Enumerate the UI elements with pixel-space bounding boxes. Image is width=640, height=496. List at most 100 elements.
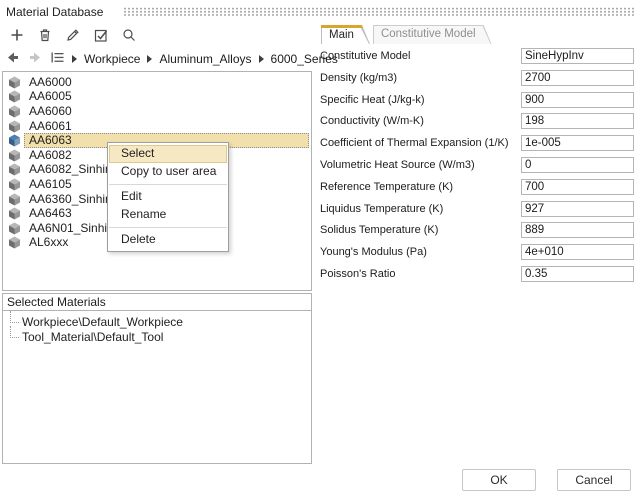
breadcrumb-item[interactable]: Workpiece: [84, 52, 140, 66]
property-input[interactable]: [521, 157, 634, 173]
context-menu-item-label: Edit: [121, 189, 142, 203]
property-row: Constitutive Model: [320, 48, 636, 64]
property-form: Constitutive Model Density (kg/m3) Speci…: [320, 48, 636, 288]
property-input[interactable]: [521, 266, 634, 282]
material-cube-icon: [8, 236, 21, 249]
add-button[interactable]: [8, 27, 26, 45]
material-cube-icon: [8, 134, 21, 147]
context-menu-item-label: Delete: [121, 232, 156, 246]
material-cube-icon: [8, 193, 21, 206]
material-cube-icon: [8, 76, 21, 89]
material-list-item[interactable]: AA6061: [3, 119, 311, 134]
material-cube-icon: [8, 105, 21, 118]
property-row: Solidus Temperature (K): [320, 222, 636, 238]
property-row: Conductivity (W/m-K): [320, 113, 636, 129]
property-input[interactable]: [521, 179, 634, 195]
property-input[interactable]: [521, 70, 634, 86]
material-list-item[interactable]: AA6005: [3, 90, 311, 105]
property-label: Specific Heat (J/kg-k): [320, 94, 425, 106]
property-label: Density (kg/m3): [320, 72, 397, 84]
pencil-icon: [65, 27, 81, 46]
breadcrumb-separator-icon: [147, 55, 152, 63]
property-label: Volumetric Heat Source (W/m3): [320, 159, 475, 171]
breadcrumb-separator-icon: [259, 55, 264, 63]
property-label: Conductivity (W/m-K): [320, 115, 424, 127]
breadcrumb-separator-icon: [72, 55, 77, 63]
context-menu: Select Copy to user area Edit Rename Del…: [107, 142, 229, 252]
property-input[interactable]: [521, 92, 634, 108]
property-row: Liquidus Temperature (K): [320, 201, 636, 217]
select-check-button[interactable]: [92, 27, 110, 45]
material-cube-icon: [8, 178, 21, 191]
selected-material-item[interactable]: Tool_Material\Default_Tool: [3, 330, 311, 345]
material-cube-icon: [8, 90, 21, 103]
property-row: Density (kg/m3): [320, 70, 636, 86]
selected-materials-panel: Selected Materials Workpiece\Default_Wor…: [2, 293, 312, 464]
ok-button[interactable]: OK: [462, 469, 536, 491]
arrow-right-icon: [28, 51, 42, 67]
back-button[interactable]: [6, 52, 21, 66]
search-icon: [121, 27, 137, 46]
material-cube-icon: [8, 163, 21, 176]
property-label: Reference Temperature (K): [320, 181, 453, 193]
property-label: Constitutive Model: [320, 50, 411, 62]
drag-handle[interactable]: [123, 7, 635, 16]
property-row: Poisson's Ratio: [320, 266, 636, 282]
property-label: Liquidus Temperature (K): [320, 203, 443, 215]
edit-button[interactable]: [64, 27, 82, 45]
property-row: Volumetric Heat Source (W/m3): [320, 157, 636, 173]
material-cube-icon: [8, 149, 21, 162]
context-menu-item[interactable]: Delete: [108, 231, 228, 249]
property-label: Coefficient of Thermal Expansion (1/K): [320, 137, 509, 149]
property-input[interactable]: [521, 48, 634, 64]
material-cube-icon: [8, 222, 21, 235]
arrow-left-icon: [6, 51, 20, 67]
list-tree-icon: [50, 51, 65, 67]
context-menu-item[interactable]: Rename: [108, 206, 228, 224]
property-label: Young's Modulus (Pa): [320, 246, 427, 258]
search-button[interactable]: [120, 27, 138, 45]
property-input[interactable]: [521, 113, 634, 129]
property-label: Solidus Temperature (K): [320, 224, 438, 236]
property-tab[interactable]: Main: [321, 25, 370, 44]
property-input[interactable]: [521, 135, 634, 151]
tab-label: Constitutive Model: [373, 25, 492, 40]
breadcrumb-path: Workpiece Aluminum_Alloys 6000_Series: [72, 52, 338, 66]
selected-material-item[interactable]: Workpiece\Default_Workpiece: [3, 315, 311, 330]
context-menu-item[interactable]: Select: [109, 145, 227, 163]
breadcrumb-item[interactable]: Aluminum_Alloys: [159, 52, 251, 66]
toolbar: [8, 27, 138, 45]
property-tab[interactable]: Constitutive Model: [373, 25, 492, 44]
context-menu-item-label: Select: [121, 146, 154, 160]
property-input[interactable]: [521, 222, 634, 238]
checkbox-check-icon: [93, 27, 109, 46]
property-tabs: Main Constitutive Model: [321, 25, 492, 44]
plus-icon: [9, 27, 25, 46]
property-input[interactable]: [521, 244, 634, 260]
property-input[interactable]: [521, 201, 634, 217]
material-name: AA6000: [24, 75, 311, 90]
context-menu-item[interactable]: Copy to user area: [108, 163, 228, 181]
context-menu-item: [109, 184, 227, 185]
material-name: AA6060: [24, 104, 311, 119]
context-menu-item[interactable]: Edit: [108, 188, 228, 206]
material-list-item[interactable]: AA6060: [3, 104, 311, 119]
cancel-button[interactable]: Cancel: [557, 469, 631, 491]
selected-material-label: Tool_Material\Default_Tool: [22, 330, 163, 344]
selected-materials-tree: Workpiece\Default_Workpiece Tool_Materia…: [3, 311, 311, 345]
trash-icon: [37, 27, 53, 46]
selected-materials-header: Selected Materials: [3, 294, 311, 311]
tree-view-button[interactable]: [50, 52, 65, 66]
breadcrumb: Workpiece Aluminum_Alloys 6000_Series: [6, 51, 338, 67]
window-title: Material Database: [6, 5, 103, 19]
context-menu-item: [109, 227, 227, 228]
property-row: Young's Modulus (Pa): [320, 244, 636, 260]
property-row: Reference Temperature (K): [320, 179, 636, 195]
selected-material-label: Workpiece\Default_Workpiece: [22, 315, 183, 329]
delete-button[interactable]: [36, 27, 54, 45]
material-list-item[interactable]: AA6000: [3, 75, 311, 90]
forward-button[interactable]: [28, 52, 43, 66]
property-label: Poisson's Ratio: [320, 268, 395, 280]
material-cube-icon: [8, 207, 21, 220]
material-name: AA6005: [24, 89, 311, 104]
